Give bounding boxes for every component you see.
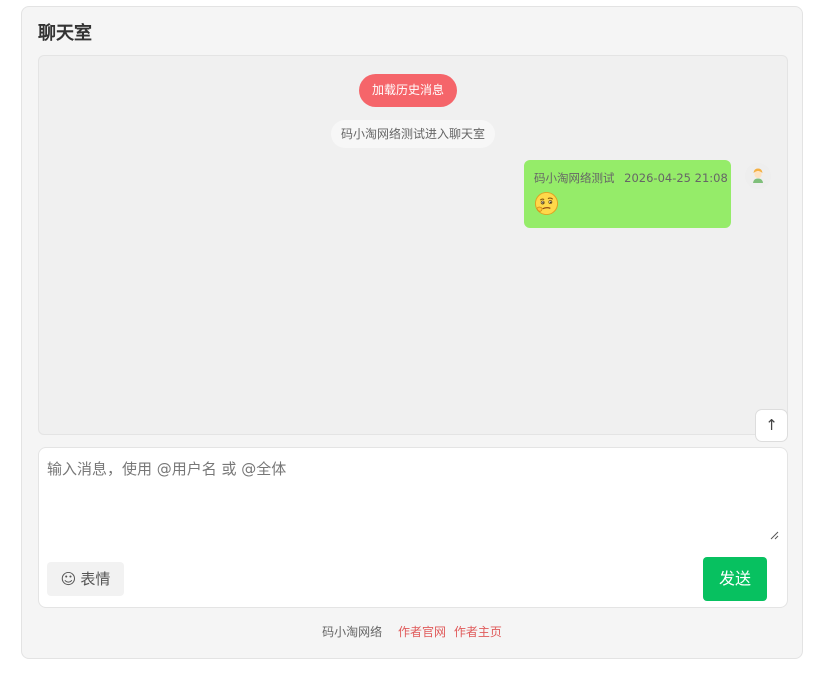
footer: 码小淘网络 作者官网 作者主页: [22, 623, 802, 640]
page-title: 聊天室: [38, 23, 92, 44]
composer-panel: ☺表情 发送: [38, 447, 788, 608]
message-meta: 码小淘网络测试 2026-04-25 21:08: [534, 170, 728, 186]
message-sender: 码小淘网络测试: [534, 171, 615, 185]
send-button[interactable]: 发送: [703, 557, 767, 601]
scroll-up-button[interactable]: ↑: [755, 409, 788, 442]
resize-grip-icon[interactable]: [769, 530, 779, 540]
chat-room-card: 聊天室 加载历史消息 码小淘网络测试进入聊天室 码小淘网络测试 2026-04-…: [21, 6, 803, 659]
message-bubble: 码小淘网络测试 2026-04-25 21:08: [524, 160, 731, 228]
smiley-icon: ☺: [60, 570, 77, 588]
footer-brand: 码小淘网络: [322, 625, 383, 639]
footer-link-homepage[interactable]: 作者主页: [454, 625, 502, 639]
load-history-button[interactable]: 加载历史消息: [359, 74, 457, 107]
emoji-button-label: 表情: [80, 570, 111, 588]
message-list[interactable]: 加载历史消息 码小淘网络测试进入聊天室 码小淘网络测试 2026-04-25 2…: [38, 55, 788, 435]
system-notice: 码小淘网络测试进入聊天室: [331, 120, 496, 148]
user-avatar-icon[interactable]: [745, 163, 771, 189]
emoji-button[interactable]: ☺ 表情: [47, 562, 124, 596]
message-time: 2026-04-25 21:08: [624, 171, 728, 185]
thinking-face-emoji-icon: [534, 191, 559, 216]
message-input[interactable]: [39, 448, 781, 542]
footer-link-official-site[interactable]: 作者官网: [398, 625, 446, 639]
